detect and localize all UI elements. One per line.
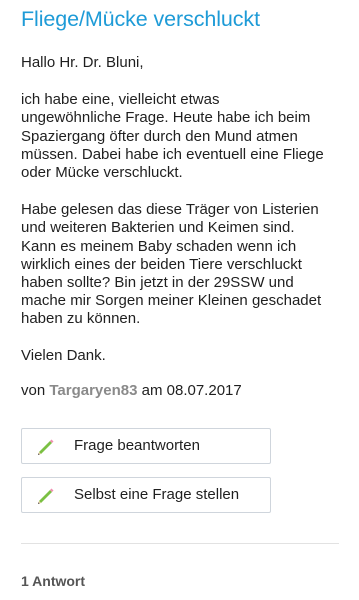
pencil-icon bbox=[35, 484, 57, 506]
paragraph-line: ich habe eine, vielleicht etwas bbox=[21, 91, 220, 109]
thanks-text: Vielen Dank. bbox=[21, 346, 106, 364]
question-meta: von Targaryen83 am 08.07.2017 bbox=[21, 382, 338, 400]
pencil-icon bbox=[35, 435, 57, 457]
answer-count: 1 Antwort bbox=[21, 572, 86, 589]
question-paragraph-1: ich habe eine, vielleicht etwas ungewöhn… bbox=[21, 91, 338, 182]
meta-prefix: von bbox=[21, 381, 46, 399]
answer-question-label: Frage beantworten bbox=[74, 437, 200, 455]
paragraph-line: ungewöhnliche Frage. Heute habe ich beim bbox=[21, 109, 311, 127]
ask-question-button[interactable]: Selbst eine Frage stellen bbox=[21, 476, 271, 513]
paragraph-line: Habe gelesen das diese Träger von Lister… bbox=[21, 201, 319, 219]
paragraph-line: haben sollte? Bin jetzt in der 29SSW und bbox=[21, 274, 294, 292]
greeting-text: Hallo Hr. Dr. Bluni, bbox=[21, 54, 144, 71]
paragraph-line: wirklich eines der beiden Tiere verschlu… bbox=[21, 255, 302, 273]
paragraph-line: und weiteren Bakterien und Keimen sind. bbox=[21, 219, 295, 237]
paragraph-line: oder Mücke verschluckt. bbox=[21, 164, 183, 182]
paragraph-line: Spaziergang öfter durch den Mund atmen bbox=[21, 127, 298, 145]
question-title: Fliege/Mücke verschluckt bbox=[21, 7, 260, 31]
section-divider bbox=[21, 542, 339, 544]
question-paragraph-2: Habe gelesen das diese Träger von Lister… bbox=[21, 201, 338, 328]
answer-question-button[interactable]: Frage beantworten bbox=[21, 427, 271, 464]
paragraph-line: haben zu können. bbox=[21, 310, 141, 328]
author-link[interactable]: Targaryen83 bbox=[49, 382, 137, 399]
paragraph-line: Kann es meinem Baby schaden wenn ich bbox=[21, 237, 297, 255]
question-date: am 08.07.2017 bbox=[141, 381, 242, 399]
paragraph-line: mache mir Sorgen meiner Kleinen geschade… bbox=[21, 292, 322, 310]
question-page: Fliege/Mücke verschluckt Hallo Hr. Dr. B… bbox=[0, 0, 359, 589]
paragraph-line: müssen. Dabei habe ich eventuell eine Fl… bbox=[21, 145, 324, 163]
ask-question-label: Selbst eine Frage stellen bbox=[74, 486, 240, 504]
